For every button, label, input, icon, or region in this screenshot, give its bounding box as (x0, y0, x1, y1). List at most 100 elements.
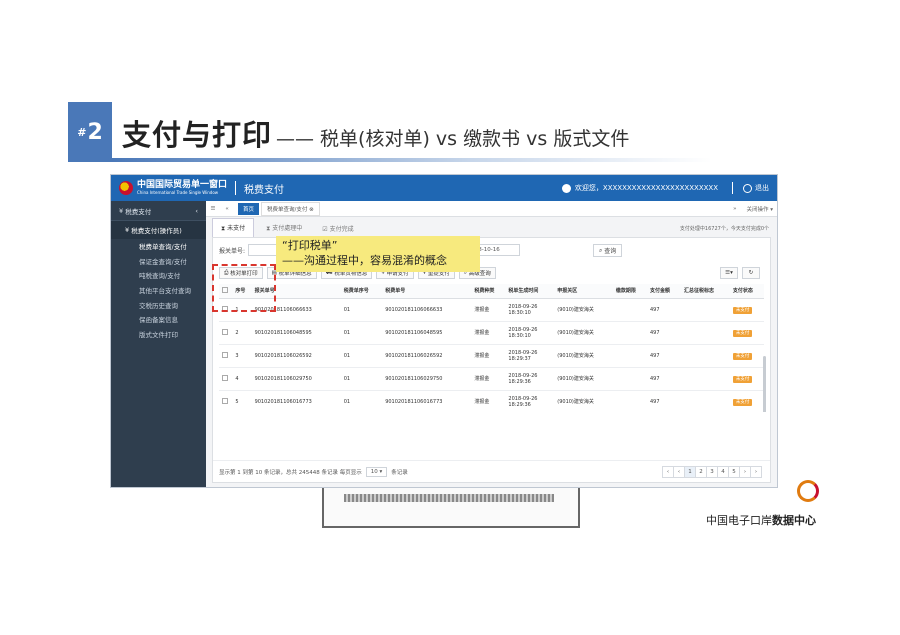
table-body: 1 901020181106066633 01 901020181106066633 滞… (219, 298, 764, 412)
column-header: 支付金额 (646, 284, 681, 299)
row-checkbox[interactable] (222, 397, 228, 404)
table-cell: 901020181106029750 (382, 367, 472, 391)
table-cell: 2018-09-26 18:29:36 (505, 367, 555, 391)
row-select-cell[interactable] (219, 344, 233, 368)
pagination: ‹ ‹ 1 2 3 4 5 › › (662, 465, 770, 478)
table-cell: (9010)建安海关 (554, 344, 613, 368)
toolbar-right: ☰▾ ↻ (720, 267, 770, 279)
column-header: 支付状态 (729, 284, 764, 299)
table-cell: 未支付 (729, 344, 764, 368)
tab-home[interactable]: 首页 (238, 202, 260, 215)
table-cell (681, 390, 730, 412)
table-cell: 01 (340, 298, 383, 322)
sidebar-item-print[interactable]: 版式文件打印 (111, 327, 206, 342)
slide-number-badge: #2 (68, 102, 112, 162)
table-cell: 901020181106026592 (251, 344, 341, 368)
row-select-cell[interactable] (219, 390, 233, 412)
check-icon: ☑ (322, 226, 330, 233)
table-cell: 01 (340, 390, 383, 412)
table-cell: 901020181106016773 (251, 390, 341, 412)
menu-icon[interactable]: ☰ (206, 206, 220, 212)
table-cell: 3 (232, 344, 252, 368)
tab-completed[interactable]: ☑ 支付完成 (314, 220, 361, 237)
row-select-cell[interactable] (219, 367, 233, 391)
table-row[interactable]: 4 901020181106029750 01 901020181106029750 滞… (219, 367, 764, 391)
table-header-row: 序号 报关单号 税费单序号 税费单号 税费种类 税单生成时间 申报关区 缴款期限 支付金额 汇总征… (219, 284, 764, 299)
vertical-scrollbar[interactable] (763, 356, 766, 412)
table-cell: 901020181106066633 (382, 298, 472, 322)
tab-unpaid-label: 未支付 (227, 225, 246, 232)
record-summary: 显示第 1 到第 10 条记录，总共 245448 条记录 每页显示 (219, 469, 362, 476)
title-underline (112, 158, 712, 162)
double-left-icon[interactable]: « (220, 206, 234, 212)
sidebar-group-label: 税费支付(操作员) (131, 227, 182, 235)
table-cell (681, 321, 730, 345)
column-header: 税费种类 (471, 284, 506, 299)
row-select-cell[interactable] (219, 321, 233, 345)
print-button-highlight (212, 264, 276, 312)
table-wrapper: 序号 报关单号 税费单序号 税费单号 税费种类 税单生成时间 申报关区 缴款期限 支付金额 汇总征… (213, 284, 770, 412)
header-divider-right (732, 182, 733, 194)
table-row[interactable]: 2 901020181106048595 01 901020181106048595 滞… (219, 321, 764, 345)
table-cell: 497 (646, 367, 681, 391)
table-cell (681, 367, 730, 391)
double-right-icon[interactable]: » (733, 206, 742, 212)
table-cell: 4 (232, 367, 252, 391)
row-checkbox[interactable] (222, 374, 228, 381)
tab-processing[interactable]: ⧗ 支付處理中 (258, 219, 310, 237)
table-cell: 497 (646, 390, 681, 412)
sidebar-item-other-platform[interactable]: 其他平台支付查询 (111, 283, 206, 298)
sidebar-item-history[interactable]: 交税历史查询 (111, 297, 206, 312)
table-cell: 2018-09-26 18:30:10 (505, 298, 555, 322)
sidebar-top[interactable]: ¥ 税费支付 ‹ (111, 201, 206, 221)
eport-brand-text: 中国电子口岸数据中心 (706, 512, 816, 528)
power-icon[interactable] (743, 183, 752, 193)
column-header: 缴款期限 (612, 284, 647, 299)
status-tabs: ⧗ 未支付 ⧗ 支付處理中 ☑ 支付完成 支付处理中16727个，今天支付完成0… (206, 217, 777, 237)
app-logo: 中国国际贸易单一窗口 China International Trade Sin… (137, 181, 227, 195)
table-row[interactable]: 1 901020181106066633 01 901020181106066633 滞… (219, 298, 764, 322)
status-badge: 未支付 (732, 398, 753, 406)
table-cell: 滞报金 (471, 367, 506, 391)
logout-link[interactable]: 退出 (755, 183, 769, 193)
tab-unpaid[interactable]: ⧗ 未支付 (212, 218, 255, 237)
row-checkbox[interactable] (222, 351, 228, 358)
eport-logo-icon (797, 480, 819, 502)
brand-prefix: 中国电子口岸 (706, 514, 772, 527)
tab-tax-query[interactable]: 税费单查询/支付 ⊗ (261, 201, 320, 216)
table-cell: 901020181106048595 (251, 321, 341, 345)
table-cell: 901020181106048595 (382, 321, 472, 345)
refresh-button[interactable]: ↻ (742, 267, 760, 279)
table-row[interactable]: 3 901020181106026592 01 901020181106026592 滞… (219, 344, 764, 368)
section-title: 税费支付 (244, 184, 285, 196)
payment-notice: 支付处理中16727个，今天支付完成0个 (679, 226, 769, 232)
eport-brand: 中国电子口岸数据中心 (706, 480, 826, 527)
table-cell: 未支付 (729, 321, 764, 345)
table-cell: 未支付 (729, 367, 764, 391)
sidebar-item-tonnage[interactable]: 吨税查询/支付 (111, 268, 206, 283)
declaration-no-label: 报关单号: (219, 247, 246, 255)
table-cell: (9010)建安海关 (554, 367, 613, 391)
status-badge: 未支付 (732, 306, 753, 314)
search-button[interactable]: ⌕ 查询 (593, 244, 623, 257)
sidebar: ¥ 税费支付 ‹ ¥ 税费支付(操作员) 税费单查询/支付 保证金查询/支付 吨… (111, 201, 206, 487)
page-size-select[interactable]: 10 ▾ (365, 466, 388, 477)
close-ops-menu[interactable]: 关闭操作 ▾ (742, 205, 777, 213)
sidebar-item-deposit[interactable]: 保证金查询/支付 (111, 254, 206, 269)
table-cell (612, 367, 647, 391)
sidebar-item-guarantee[interactable]: 保函备案信息 (111, 312, 206, 327)
column-header: 税费单号 (382, 284, 472, 299)
table-cell: 497 (646, 298, 681, 322)
columns-toggle-button[interactable]: ☰▾ (720, 267, 738, 279)
table-cell (612, 321, 647, 345)
callout-line1: “打印税单” (282, 239, 338, 252)
sidebar-group[interactable]: ¥ 税费支付(操作员) (111, 221, 206, 239)
sidebar-item-tax-query[interactable]: 税费单查询/支付 (111, 239, 206, 254)
page-nav-button[interactable]: › (750, 465, 762, 478)
page-size-suffix: 条记录 (391, 469, 408, 476)
user-icon (561, 183, 571, 193)
row-checkbox[interactable] (222, 328, 228, 335)
tab-processing-label: 支付處理中 (272, 225, 303, 232)
column-header: 税费单序号 (340, 284, 383, 299)
table-row[interactable]: 5 901020181106016773 01 901020181106016773 滞… (219, 390, 764, 412)
